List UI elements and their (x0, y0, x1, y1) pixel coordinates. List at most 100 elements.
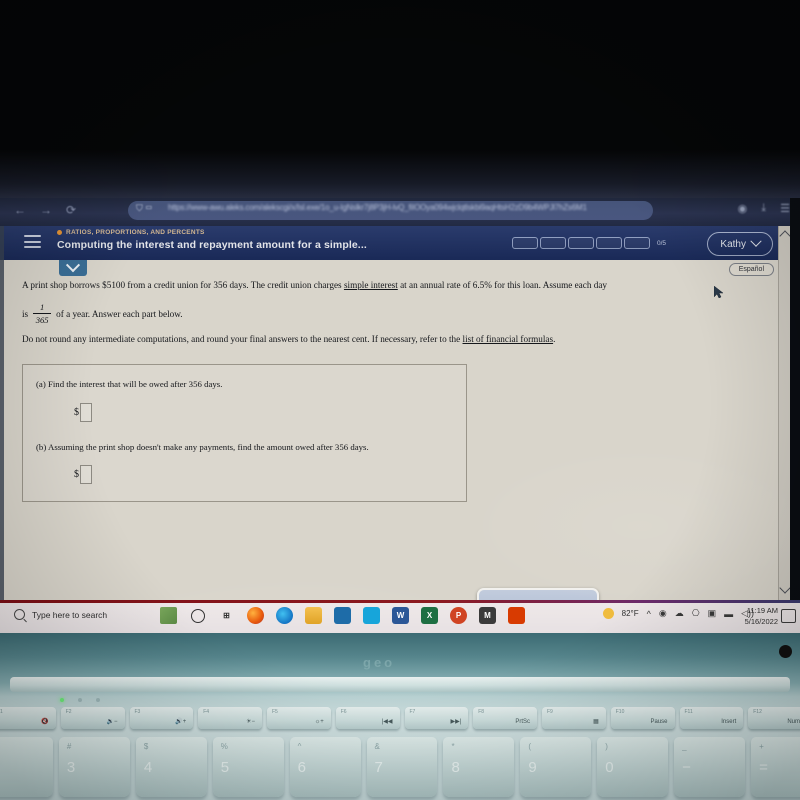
weather-temperature[interactable]: 82°F (622, 609, 639, 618)
progress-segment (624, 237, 650, 249)
key-shift-label: _ (682, 742, 687, 751)
progress-indicator: 0/5 (512, 237, 666, 249)
key-shift-label: % (220, 742, 228, 751)
key-2[interactable]: @2 (0, 737, 53, 797)
file-explorer-icon[interactable] (305, 607, 322, 624)
user-menu-button[interactable]: Kathy (707, 232, 773, 256)
office-icon[interactable] (508, 607, 525, 624)
download-icon[interactable]: ⤓ (761, 202, 766, 215)
key-3[interactable]: #3 (58, 737, 130, 797)
display-icon[interactable]: ▣ (708, 608, 717, 619)
rounding-text-end: . (553, 334, 556, 344)
key-symbol-label: ▶▶| (450, 719, 462, 725)
cortana-circle-icon[interactable] (189, 607, 206, 624)
key-f10[interactable]: F10 Pause (610, 707, 675, 729)
key-5[interactable]: % 5 (212, 737, 284, 797)
page-scrollbar[interactable] (778, 226, 790, 600)
key-f5[interactable]: F5 ☼+ (267, 707, 331, 729)
key-f9[interactable]: F9 ▦ (542, 707, 606, 729)
key-minus[interactable]: _ − (674, 737, 746, 797)
fraction-one-over-365: 1 365 (33, 302, 52, 325)
topic-bullet-icon (57, 230, 62, 235)
screen-bezel-top (0, 0, 800, 198)
problem-body: A print shop borrows $5100 from a credit… (0, 276, 790, 600)
collapse-tab-button[interactable] (59, 258, 87, 276)
key-shift-label: ( (528, 742, 532, 751)
back-arrow-icon[interactable]: ← (14, 203, 26, 217)
tray-expand-chevron-icon[interactable]: ^ (647, 609, 651, 619)
widgets-icon[interactable] (160, 607, 177, 624)
key-f3[interactable]: F3 🔊+ (129, 707, 194, 729)
taskbar-icons: ⊞ W X P M (160, 607, 525, 624)
key-fn-label: F6 (340, 709, 347, 715)
hamburger-menu-icon[interactable]: ☰ (780, 202, 790, 215)
taskbar-search[interactable]: Type here to search (14, 609, 107, 620)
notification-center-icon[interactable] (781, 609, 796, 623)
search-icon (14, 609, 25, 620)
windows-taskbar: Type here to search ⊞ W X P M 82°F ^ ◉ ☁… (0, 600, 800, 633)
sun-icon (602, 608, 614, 619)
laptop-photo: ← → ⟳ ⛉ ▭ https://www-awu.aleks.com/alek… (0, 0, 800, 800)
key-7[interactable]: & 7 (366, 737, 438, 797)
address-bar-url[interactable]: https://www-awu.aleks.com/alekscgi/x/Isl… (168, 203, 648, 217)
mouse-cursor (714, 286, 723, 298)
key-4[interactable]: $4 (135, 737, 207, 797)
key-6[interactable]: ^ 6 (289, 737, 361, 797)
laptop-lid-gap (0, 633, 800, 673)
edge-icon[interactable] (276, 607, 293, 624)
key-symbol-label: ☀− (246, 719, 255, 725)
key-shift-label: * (451, 742, 455, 751)
hamburger-menu-icon[interactable] (24, 235, 41, 248)
browser-toolbar-icons[interactable]: ◉ ⤓ ☰ (738, 202, 790, 215)
scroll-up-arrow-icon[interactable] (779, 230, 790, 242)
scroll-down-arrow-icon[interactable] (779, 582, 790, 594)
word-icon[interactable]: W (392, 607, 409, 624)
search-input[interactable]: Type here to search (32, 610, 107, 620)
key-9[interactable]: (9 (520, 737, 592, 797)
key-f1[interactable]: F1 🔇 (0, 707, 56, 729)
cloud-icon[interactable]: ☁ (675, 608, 684, 619)
financial-formulas-link[interactable]: list of financial formulas (463, 334, 554, 344)
key-symbol-label: PrtSc (515, 719, 530, 725)
key-shift-label: & (374, 742, 380, 751)
key-symbol-label: ▦ (593, 719, 599, 725)
key-f2[interactable]: F2 🔉− (60, 707, 125, 729)
key-symbol-label: |◀◀ (381, 719, 393, 725)
key-fn-label: F5 (272, 709, 278, 715)
key-f6[interactable]: F6 |◀◀ (335, 707, 400, 729)
onedrive-icon[interactable]: ◉ (659, 608, 667, 619)
key-shift-label: ) (605, 742, 608, 751)
key-label: − (682, 759, 691, 776)
task-view-icon[interactable]: ⊞ (218, 607, 235, 624)
forward-arrow-icon[interactable]: → (40, 203, 52, 217)
account-icon[interactable]: ◉ (738, 202, 748, 215)
key-0[interactable]: ) 0 (597, 737, 669, 797)
excel-icon[interactable]: X (421, 607, 438, 624)
key-f12[interactable]: F12 Num L (748, 707, 800, 729)
key-f11[interactable]: F11 Insert (679, 707, 744, 729)
key-shift-label: # (66, 742, 72, 751)
part-b-answer-input[interactable] (80, 465, 92, 484)
powerpoint-icon[interactable]: P (450, 607, 467, 624)
key-f8[interactable]: F8 PrtSc (473, 707, 537, 729)
browser-nav-buttons[interactable]: ← → ⟳ (14, 203, 76, 217)
teams-icon[interactable]: M (479, 607, 496, 624)
battery-status-icon[interactable]: ⎔ (692, 608, 700, 619)
microsoft-store-icon[interactable] (334, 607, 351, 624)
key-equals[interactable]: + = (751, 737, 800, 797)
browser-chrome: ← → ⟳ ⛉ ▭ https://www-awu.aleks.com/alek… (0, 198, 800, 226)
key-f7[interactable]: F7 ▶▶| (404, 707, 469, 729)
firefox-icon[interactable] (247, 607, 264, 624)
key-8[interactable]: * 8 (443, 737, 515, 797)
key-symbol-label: Insert (721, 719, 737, 725)
simple-interest-link[interactable]: simple interest (344, 280, 398, 290)
reload-icon[interactable]: ⟳ (66, 203, 76, 217)
part-a-answer-input[interactable] (80, 403, 92, 422)
address-bar-icons: ⛉ ▭ (136, 203, 153, 213)
language-toggle-button[interactable]: Español (728, 263, 774, 276)
battery-icon[interactable]: ▬ (724, 609, 733, 619)
taskbar-clock[interactable]: 11:19 AM 5/16/2022 (745, 605, 778, 627)
key-symbol-label: 🔇 (41, 719, 49, 725)
key-f4[interactable]: F4 ☀− (198, 707, 262, 729)
mail-icon[interactable] (363, 607, 380, 624)
